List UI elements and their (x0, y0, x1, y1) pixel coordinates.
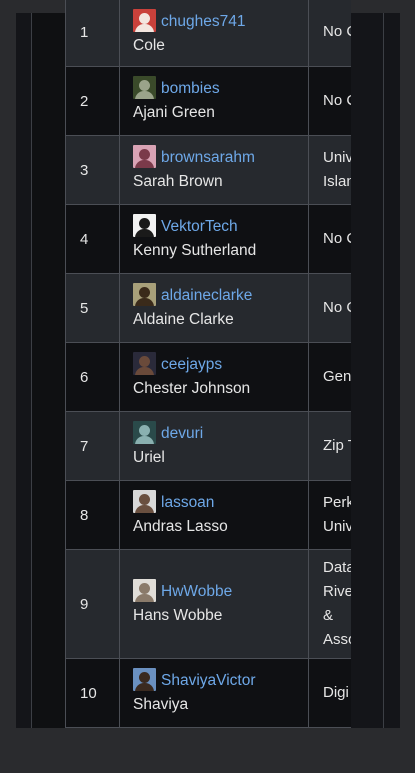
full-name: Ajani Green (133, 103, 215, 121)
rank-cell: 2 (65, 67, 119, 135)
affiliation-text: Gen (323, 368, 351, 385)
table-row: 1 chughes741 Cole No C (65, 0, 351, 67)
user-cell: devuri Uriel (119, 412, 308, 480)
affiliation-text: Zip T (323, 437, 351, 454)
affiliation-cell: No C (308, 67, 351, 135)
user-avatar[interactable] (133, 144, 156, 168)
user-avatar[interactable] (133, 282, 156, 306)
table-row: 6 ceejayps Chester Johnson Gen (65, 343, 351, 412)
username-link[interactable]: chughes741 (161, 12, 245, 32)
rank-cell: 6 (65, 343, 119, 411)
user-cell: lassoan Andras Lasso (119, 481, 308, 549)
table-row: 8 lassoan Andras Lasso Perk Univ (65, 481, 351, 550)
username-link[interactable]: ceejayps (161, 355, 222, 375)
affiliation-text: No C (323, 23, 351, 40)
user-cell: chughes741 Cole (119, 0, 308, 66)
user-avatar[interactable] (133, 489, 156, 513)
user-avatar[interactable] (133, 578, 156, 602)
user-cell: aldaineclarke Aldaine Clarke (119, 274, 308, 342)
user-avatar[interactable] (133, 351, 156, 375)
table-row: 7 devuri Uriel Zip T (65, 412, 351, 481)
table-row: 4 VektorTech Kenny Sutherland No C (65, 205, 351, 274)
affiliation-text: Univ Islan (323, 149, 351, 190)
user-avatar[interactable] (133, 420, 156, 444)
affiliation-text: Digi (323, 684, 349, 701)
affiliation-text: No C (323, 92, 351, 109)
table-row: 5 aldaineclarke Aldaine Clarke No C (65, 274, 351, 343)
full-name: Aldaine Clarke (133, 310, 234, 328)
affiliation-cell: No C (308, 205, 351, 273)
full-name: Hans Wobbe (133, 606, 223, 624)
user-cell: brownsarahm Sarah Brown (119, 136, 308, 204)
rank-cell: 3 (65, 136, 119, 204)
user-cell: VektorTech Kenny Sutherland (119, 205, 308, 273)
user-avatar[interactable] (133, 8, 156, 32)
rank-cell: 1 (65, 0, 119, 66)
user-avatar[interactable] (133, 75, 156, 99)
right-gutter (351, 13, 400, 728)
username-link[interactable]: aldaineclarke (161, 286, 252, 306)
rank-cell: 4 (65, 205, 119, 273)
affiliation-cell: Data Rive & Asso (308, 550, 351, 658)
user-cell: ShaviyaVictor Shaviya (119, 659, 308, 727)
user-cell: ceejayps Chester Johnson (119, 343, 308, 411)
affiliation-cell: Zip T (308, 412, 351, 480)
table-row: 3 brownsarahm Sarah Brown Univ Islan (65, 136, 351, 205)
rank-cell: 9 (65, 550, 119, 658)
username-link[interactable]: lassoan (161, 493, 214, 513)
username-link[interactable]: bombies (161, 79, 220, 99)
rank-cell: 7 (65, 412, 119, 480)
affiliation-text: No C (323, 230, 351, 247)
full-name: Shaviya (133, 695, 189, 713)
full-name: Andras Lasso (133, 517, 228, 535)
user-cell: bombies Ajani Green (119, 67, 308, 135)
full-name: Uriel (133, 448, 165, 466)
affiliation-cell: No C (308, 274, 351, 342)
username-link[interactable]: HwWobbe (161, 582, 232, 602)
table-row: 10 ShaviyaVictor Shaviya Digi (65, 659, 351, 728)
rank-cell: 10 (65, 659, 119, 727)
rank-cell: 8 (65, 481, 119, 549)
full-name: Chester Johnson (133, 379, 251, 397)
username-link[interactable]: VektorTech (161, 217, 238, 237)
left-divider (31, 13, 32, 728)
affiliation-cell: Gen (308, 343, 351, 411)
username-link[interactable]: ShaviyaVictor (161, 671, 255, 691)
user-cell: HwWobbe Hans Wobbe (119, 550, 308, 658)
table-row: 2 bombies Ajani Green No C (65, 67, 351, 136)
rank-cell: 5 (65, 274, 119, 342)
full-name: Kenny Sutherland (133, 241, 257, 259)
username-link[interactable]: devuri (161, 424, 203, 444)
full-name: Sarah Brown (133, 172, 223, 190)
affiliation-cell: Perk Univ (308, 481, 351, 549)
affiliation-text: Perk Univ (323, 494, 351, 535)
affiliation-cell: No C (308, 0, 351, 66)
affiliation-cell: Digi (308, 659, 351, 727)
left-gutter (16, 13, 31, 728)
affiliation-text: Data Rive & Asso (323, 559, 351, 648)
username-link[interactable]: brownsarahm (161, 148, 255, 168)
user-avatar[interactable] (133, 667, 156, 691)
affiliation-cell: Univ Islan (308, 136, 351, 204)
full-name: Cole (133, 36, 165, 54)
affiliation-text: No C (323, 299, 351, 316)
table-row: 9 HwWobbe Hans Wobbe Data Rive & Asso (65, 550, 351, 659)
user-avatar[interactable] (133, 213, 156, 237)
right-divider (383, 13, 384, 728)
